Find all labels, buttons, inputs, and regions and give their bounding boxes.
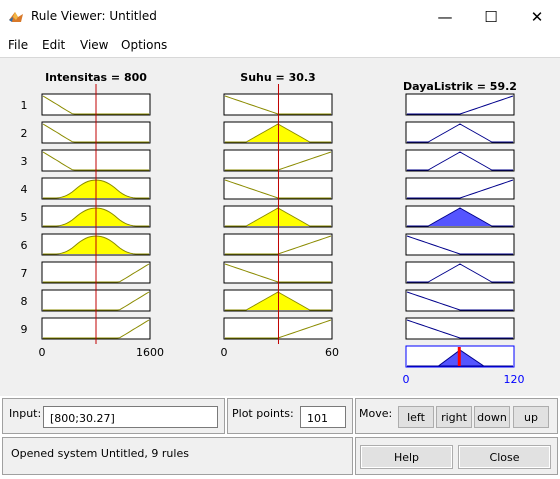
move-right-button[interactable]: right (436, 406, 472, 428)
close-icon: ✕ (530, 7, 544, 26)
close-button[interactable]: Close (458, 445, 551, 469)
move-left-button[interactable]: left (398, 406, 434, 428)
range-min-label: 0 (39, 346, 46, 359)
status-text: Opened system Untitled, 9 rules (11, 447, 189, 460)
plot-points-label: Plot points: (232, 407, 294, 420)
output-range-min: 0 (403, 373, 410, 386)
rule-number: 6 (21, 239, 28, 252)
range-max-label: 60 (325, 346, 339, 359)
title-bar: Rule Viewer: Untitled — ☐ ✕ (0, 0, 560, 33)
matlab-app-icon (9, 12, 23, 22)
maximize-button[interactable]: ☐ (468, 0, 514, 33)
move-down-button[interactable]: down (474, 406, 510, 428)
maximize-icon: ☐ (484, 7, 498, 26)
rule-number: 4 (21, 183, 28, 196)
status-panel: Opened system Untitled, 9 rules (2, 437, 353, 475)
minimize-icon: — (437, 7, 453, 26)
output-mf-box (405, 261, 515, 284)
move-up-button[interactable]: up (513, 406, 549, 428)
output-mf-box (405, 289, 515, 312)
rule-number: 1 (21, 99, 28, 112)
menu-file[interactable]: File (8, 38, 28, 52)
window-title: Rule Viewer: Untitled (31, 9, 157, 23)
output-mf-box (405, 121, 515, 144)
move-panel: Move: left right down up (355, 398, 558, 434)
output-mf-box (405, 317, 515, 340)
plot-points-field[interactable]: 101 (300, 406, 346, 428)
menu-bar: File Edit View Options (0, 33, 560, 57)
rule-plots[interactable]: 1 2 3 4 5 6 7 8 9 Intensitas = 800 0 1600 Suhu = 30.… (0, 58, 560, 396)
rule-viewer-area: 1 2 3 4 5 6 7 8 9 Intensitas = 800 0 1600 Suhu = 30.… (0, 57, 560, 396)
input-field[interactable]: [800;30.27] (43, 406, 218, 428)
range-min-label: 0 (221, 346, 228, 359)
close-window-button[interactable]: ✕ (514, 0, 560, 33)
rule-number: 9 (21, 323, 28, 336)
menu-options[interactable]: Options (121, 38, 167, 52)
input-panel: Input: [800;30.27] (2, 398, 225, 434)
input-header: Suhu = 30.3 (240, 71, 315, 84)
minimize-button[interactable]: — (422, 0, 468, 33)
action-panel: Help Close (355, 437, 558, 475)
output-header: DayaListrik = 59.2 (403, 80, 517, 93)
output-mf-box (405, 177, 515, 200)
output-range-max: 120 (504, 373, 525, 386)
rule-number: 2 (21, 127, 28, 140)
output-mf-box (405, 93, 515, 116)
rule-number: 5 (21, 211, 28, 224)
range-max-label: 1600 (136, 346, 164, 359)
input-label: Input: (9, 407, 42, 420)
rule-number: 3 (21, 155, 28, 168)
menu-view[interactable]: View (80, 38, 108, 52)
input-header: Intensitas = 800 (45, 71, 147, 84)
menu-edit[interactable]: Edit (42, 38, 65, 52)
output-mf-box (405, 149, 515, 172)
move-label: Move: (359, 407, 393, 420)
output-mf-box (405, 233, 515, 256)
rule-number: 8 (21, 295, 28, 308)
plot-points-panel: Plot points: 101 (227, 398, 353, 434)
rule-number: 7 (21, 267, 28, 280)
help-button[interactable]: Help (360, 445, 453, 469)
